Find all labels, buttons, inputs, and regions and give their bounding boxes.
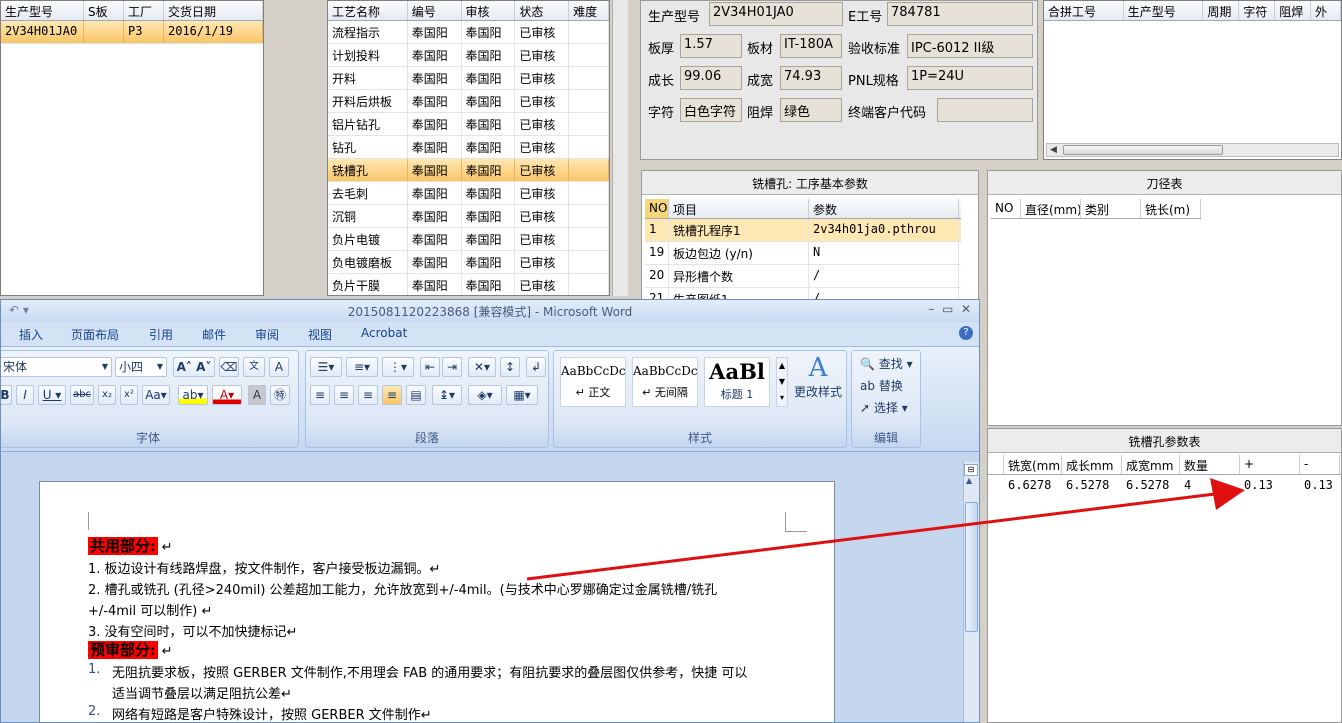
annotation-arrow [526,478,1245,581]
arrow-line [526,492,1216,581]
arrow-head [1210,478,1245,510]
